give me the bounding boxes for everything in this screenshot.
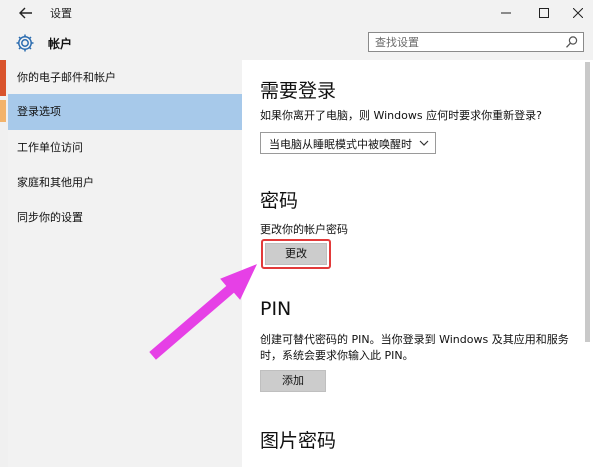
minimize-icon	[501, 12, 511, 14]
page-title: 帐户	[48, 37, 73, 51]
sidebar: 你的电子邮件和帐户 登录选项 工作单位访问 家庭和其他用户 同步你的设置	[8, 60, 242, 467]
page-header: 帐户	[0, 26, 593, 60]
maximize-icon	[539, 8, 549, 18]
window-title: 设置	[50, 7, 72, 20]
sidebar-item-label: 你的电子邮件和帐户	[17, 71, 116, 84]
close-icon	[573, 8, 583, 18]
sign-in-dropdown[interactable]: 当电脑从睡眠模式中被唤醒时	[260, 132, 436, 154]
minimize-button[interactable]	[490, 0, 522, 26]
maximize-button[interactable]	[528, 0, 560, 26]
background-accent	[0, 58, 6, 96]
sign-in-heading: 需要登录	[260, 80, 337, 102]
sidebar-item-label: 家庭和其他用户	[17, 176, 94, 189]
background-accent-2	[0, 100, 6, 122]
sidebar-item-family-users[interactable]: 家庭和其他用户	[8, 165, 242, 201]
sidebar-item-label: 工作单位访问	[17, 141, 83, 154]
chevron-down-icon	[419, 140, 429, 146]
search-box[interactable]	[368, 32, 584, 52]
change-password-button[interactable]: 更改	[265, 243, 327, 265]
back-button[interactable]	[14, 3, 38, 23]
pin-description-line-2: 时，系统会要求你输入此 PIN。	[260, 349, 414, 362]
gear-icon	[16, 34, 34, 52]
back-arrow-icon	[19, 7, 32, 19]
password-heading: 密码	[260, 190, 299, 212]
add-pin-button[interactable]: 添加	[260, 370, 326, 392]
background-window-edge	[0, 0, 8, 467]
sidebar-item-label: 同步你的设置	[17, 211, 83, 224]
password-description: 更改你的帐户密码	[260, 223, 348, 236]
sidebar-item-sync-settings[interactable]: 同步你的设置	[8, 200, 242, 236]
pin-heading: PIN	[260, 298, 292, 320]
search-icon[interactable]	[565, 35, 579, 49]
picture-password-heading: 图片密码	[260, 430, 337, 452]
settings-window: 设置 帐户 你的电子邮件和帐	[0, 0, 593, 467]
sign-in-description: 如果你离开了电脑，则 Windows 应何时要求你重新登录?	[260, 109, 542, 122]
sidebar-item-sign-in-options[interactable]: 登录选项	[8, 94, 242, 130]
close-button[interactable]	[562, 0, 593, 26]
sidebar-item-label: 登录选项	[17, 105, 61, 118]
sidebar-item-work-access[interactable]: 工作单位访问	[8, 130, 242, 166]
search-input[interactable]	[375, 34, 555, 50]
pin-description-line-1: 创建可替代密码的 PIN。当你登录到 Windows 及其应用和服务	[260, 333, 569, 346]
dropdown-selected-value: 当电脑从睡眠模式中被唤醒时	[269, 138, 412, 151]
title-bar: 设置	[0, 0, 593, 26]
sidebar-item-email-accounts[interactable]: 你的电子邮件和帐户	[8, 60, 242, 96]
main-content: 需要登录 如果你离开了电脑，则 Windows 应何时要求你重新登录? 当电脑从…	[242, 60, 578, 467]
scrollbar[interactable]	[585, 62, 590, 342]
